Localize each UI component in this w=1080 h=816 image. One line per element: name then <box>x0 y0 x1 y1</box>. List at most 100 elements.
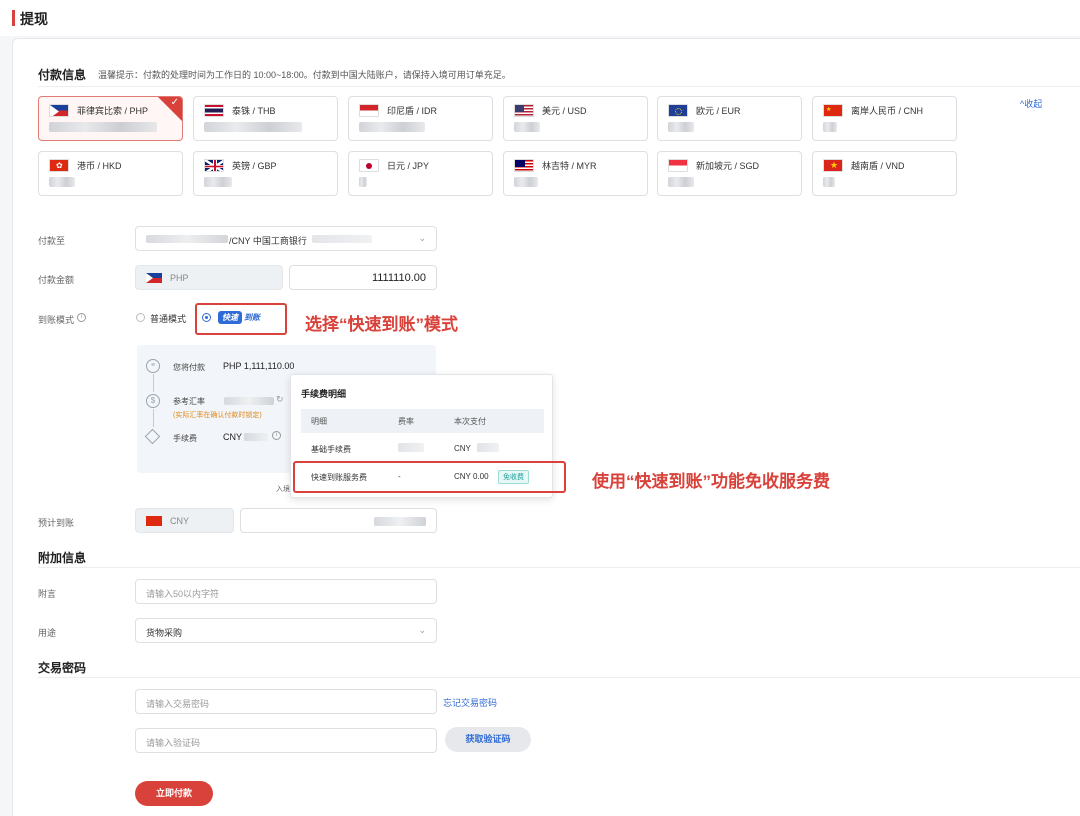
normal-mode-label[interactable]: 普通模式 <box>150 312 186 325</box>
refresh-icon[interactable]: ↻ <box>276 394 284 405</box>
currency-name: 美元 / USD <box>542 106 587 116</box>
step-connector <box>153 409 154 427</box>
balance-blurred <box>49 177 75 187</box>
flag-sg-icon <box>668 159 688 172</box>
flag-vn-icon: ★ <box>823 159 843 172</box>
flag-gb-icon <box>204 159 224 172</box>
code-placeholder: 请输入验证码 <box>146 738 201 748</box>
flag-ph-icon <box>49 104 69 117</box>
forgot-password-link[interactable]: 忘记交易密码 <box>443 696 497 709</box>
purpose-value: 货物采购 <box>146 628 183 638</box>
balance-blurred <box>359 177 367 187</box>
details-footer: 入境 <box>276 486 290 493</box>
balance-blurred <box>49 122 157 132</box>
fee-blurred <box>244 433 268 441</box>
expected-currency: CNY <box>170 516 190 526</box>
currency-card-myr[interactable]: 林吉特 / MYR <box>503 151 648 196</box>
fee-amount-blurred <box>477 443 499 452</box>
info-icon[interactable]: i <box>272 431 281 440</box>
purpose-label: 用途 <box>38 628 57 638</box>
chevron-down-icon: ⌄ <box>418 625 426 635</box>
account-blurred <box>312 235 372 243</box>
amount-currency: PHP <box>170 273 189 283</box>
highlight-box <box>293 461 566 493</box>
top-bar: 提现 <box>0 0 1080 36</box>
note-input[interactable]: 请输入50以内字符 <box>135 579 437 604</box>
currency-card-sgd[interactable]: 新加坡元 / SGD <box>657 151 802 196</box>
currency-card-jpy[interactable]: 日元 / JPY <box>348 151 493 196</box>
currency-name: 新加坡元 / SGD <box>696 161 760 171</box>
currency-name: 印尼盾 / IDR <box>387 106 438 116</box>
account-blurred <box>146 235 228 243</box>
expected-label: 预计到账 <box>38 518 75 528</box>
flag-th-icon <box>204 104 224 117</box>
annotation-mode: 选择“快速到账”模式 <box>305 315 458 334</box>
chevron-down-icon: ⌄ <box>418 233 426 243</box>
payment-hint: 温馨提示：付款的处理时间为工作日的 10:00~18:00。付款到中国大陆账户，… <box>98 70 511 80</box>
col-header-rate: 费率 <box>398 417 414 426</box>
balance-blurred <box>823 177 835 187</box>
password-input[interactable]: 请输入交易密码 <box>135 689 437 714</box>
balance-blurred <box>204 122 302 132</box>
fee-value: CNY <box>223 432 243 442</box>
currency-name: 泰铢 / THB <box>232 106 276 116</box>
collapse-link[interactable]: ^收起 <box>1020 97 1042 110</box>
flag-cn-icon: ★ <box>823 104 843 117</box>
fee-table-header <box>301 409 544 433</box>
expected-amount-box <box>240 508 437 533</box>
balance-blurred <box>668 122 694 132</box>
col-header-amount: 本次支付 <box>454 417 486 426</box>
pay-to-value: /CNY 中国工商银行 <box>229 236 307 246</box>
currency-card-thb[interactable]: 泰铢 / THB <box>193 96 338 141</box>
mode-label: 到账模式 <box>38 315 75 325</box>
currency-card-gbp[interactable]: 英镑 / GBP <box>193 151 338 196</box>
note-label: 附言 <box>38 589 57 599</box>
expected-blurred <box>374 517 426 526</box>
amount-input[interactable]: 1111110.00 <box>289 265 437 290</box>
radio-normal[interactable] <box>136 313 145 322</box>
annotation-fee: 使用“快速到账”功能免收服务费 <box>592 472 830 491</box>
page-title: 提现 <box>20 11 48 27</box>
currency-card-idr[interactable]: 印尼盾 / IDR <box>348 96 493 141</box>
pay-value: PHP 1,111,110.00 <box>223 361 295 371</box>
currency-card-php[interactable]: 菲律宾比索 / PHP ✓ <box>38 96 183 141</box>
dollar-icon: $ <box>146 394 160 408</box>
flag-ph-icon <box>146 273 162 283</box>
currency-card-vnd[interactable]: ★ 越南盾 / VND <box>812 151 957 196</box>
divider <box>38 567 1080 568</box>
amount-label: 付款金额 <box>38 275 75 285</box>
get-code-button[interactable]: 获取验证码 <box>445 727 531 752</box>
verification-code-input[interactable]: 请输入验证码 <box>135 728 437 753</box>
fee-popup-title: 手续费明细 <box>301 389 347 399</box>
info-icon[interactable]: i <box>77 313 86 322</box>
divider <box>38 86 1080 87</box>
fee-label: 手续费 <box>173 434 197 443</box>
currency-name: 越南盾 / VND <box>851 161 905 171</box>
currency-card-usd[interactable]: 美元 / USD <box>503 96 648 141</box>
pay-to-label: 付款至 <box>38 236 66 246</box>
password-placeholder: 请输入交易密码 <box>146 699 210 709</box>
fee-rate-blurred <box>398 443 424 452</box>
flag-cn-icon <box>146 516 162 526</box>
amount-value: 1111110.00 <box>371 272 426 284</box>
flag-hk-icon: ✿ <box>49 159 69 172</box>
currency-card-hkd[interactable]: ✿ 港币 / HKD <box>38 151 183 196</box>
pay-label: 您将付款 <box>173 363 205 372</box>
rate-blurred <box>224 397 274 405</box>
currency-card-cnh[interactable]: ★ 离岸人民币 / CNH <box>812 96 957 141</box>
password-title: 交易密码 <box>38 661 87 675</box>
pay-to-select[interactable]: /CNY 中国工商银行 ⌄ <box>135 226 437 251</box>
check-icon: ✓ <box>170 97 179 108</box>
extra-info-title: 附加信息 <box>38 551 87 565</box>
submit-button[interactable]: 立即付款 <box>135 781 213 806</box>
currency-card-eur[interactable]: 欧元 / EUR <box>657 96 802 141</box>
payment-info-title: 付款信息 <box>38 68 87 82</box>
flag-id-icon <box>359 104 379 117</box>
purpose-select[interactable]: 货物采购 ⌄ <box>135 618 437 643</box>
currency-name: 菲律宾比索 / PHP <box>77 106 149 116</box>
rate-label: 参考汇率 <box>173 397 205 406</box>
note-placeholder: 请输入50以内字符 <box>146 589 220 599</box>
title-accent-bar <box>12 10 15 26</box>
rate-note: (实际汇率在确认付款时锁定) <box>173 412 262 419</box>
flag-eu-icon <box>668 104 688 117</box>
